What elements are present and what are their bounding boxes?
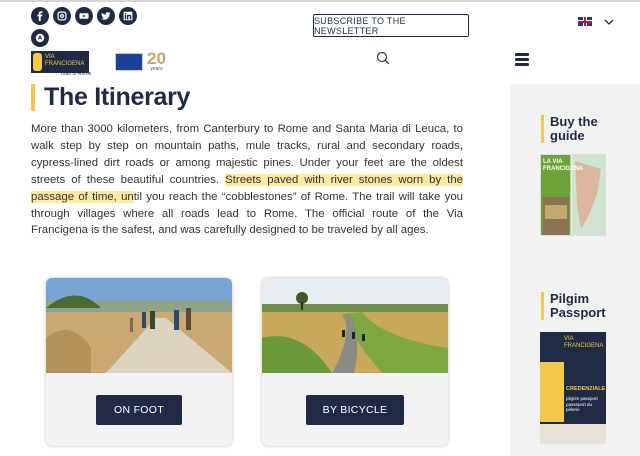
buy-guide-heading: Buy the guide bbox=[541, 115, 603, 143]
council-of-europe-badge bbox=[93, 59, 111, 65]
pilgrim-passport-cover[interactable]: VIA FRANCIGENA CREDENZIALE pilgrim passp… bbox=[540, 332, 606, 444]
hamburger-menu-icon[interactable] bbox=[515, 53, 529, 66]
page-title: The Itinerary bbox=[31, 84, 190, 111]
guide-cover-title: LA VIA FRANCIGENA bbox=[543, 159, 583, 172]
passport-cover-line2: pilgrim passport bbox=[566, 396, 598, 401]
uk-flag-icon bbox=[578, 17, 592, 26]
instagram-icon[interactable] bbox=[53, 7, 71, 25]
intro-paragraph: More than 3000 kilometers, from Canterbu… bbox=[31, 121, 463, 239]
search-icon[interactable] bbox=[376, 51, 390, 65]
passport-cover-sub: CREDENZIALE bbox=[566, 386, 606, 392]
facebook-icon[interactable] bbox=[31, 7, 49, 25]
by-bicycle-card[interactable]: BY BICYCLE bbox=[262, 278, 448, 446]
pilgrim-passport-heading: Pilgim Passport bbox=[541, 292, 611, 320]
logo-line1: VIA bbox=[45, 54, 55, 60]
by-bicycle-button[interactable]: BY BICYCLE bbox=[306, 395, 404, 425]
top-border bbox=[0, 0, 640, 2]
eu-flag-logo bbox=[115, 53, 143, 71]
twitter-icon[interactable] bbox=[97, 7, 115, 25]
via-francigena-logo: VIA FRANCIGENA bbox=[31, 51, 89, 73]
logo-tagline: road to Rome bbox=[61, 71, 92, 77]
komoot-icon[interactable] bbox=[31, 29, 49, 47]
passport-pilgrim-emblem bbox=[540, 362, 564, 422]
logo-line2: FRANCIGENA bbox=[45, 61, 85, 67]
on-foot-button[interactable]: ON FOOT bbox=[96, 395, 182, 425]
on-foot-card[interactable]: ON FOOT bbox=[46, 278, 232, 446]
anniversary-logo: 20 years bbox=[147, 49, 166, 72]
site-logo[interactable]: VIA FRANCIGENA road to Rome 20 years bbox=[31, 47, 191, 77]
passport-cover-title: VIA FRANCIGENA bbox=[564, 336, 604, 349]
sidebar: Buy the guide LA VIA FRANCIGENA Pilgim P… bbox=[510, 84, 640, 456]
anniversary-years: years bbox=[150, 66, 163, 72]
youtube-icon[interactable] bbox=[75, 7, 93, 25]
cyclists-photo bbox=[262, 278, 448, 373]
passport-bottom-band bbox=[540, 424, 606, 444]
guide-book-cover[interactable]: LA VIA FRANCIGENA bbox=[540, 154, 606, 236]
walkers-photo bbox=[46, 278, 232, 373]
linkedin-icon[interactable] bbox=[119, 7, 137, 25]
language-selector[interactable] bbox=[578, 17, 614, 26]
anniversary-number: 20 bbox=[147, 49, 166, 68]
chevron-down-icon bbox=[604, 19, 614, 25]
passport-cover-line3: passeport du pèlerin bbox=[566, 402, 593, 412]
subscribe-newsletter-button[interactable]: SUBSCRIBE TO THE NEWSLETTER bbox=[313, 14, 469, 37]
